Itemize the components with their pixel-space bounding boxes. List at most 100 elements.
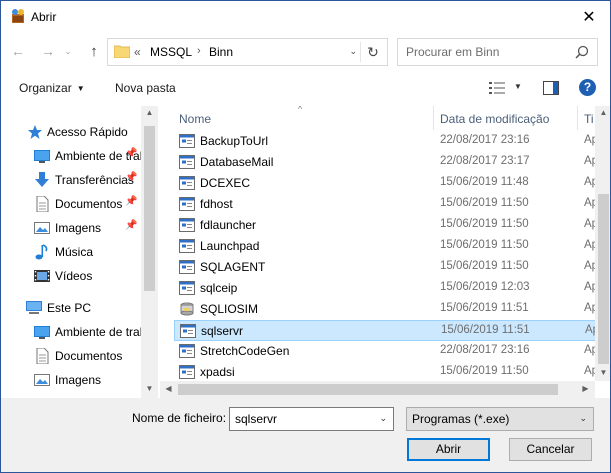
- file-row[interactable]: sqlservr 15/06/2019 11:51 Ap: [174, 320, 599, 341]
- exe-icon: [179, 281, 195, 295]
- scroll-right-icon[interactable]: ▶: [577, 384, 594, 393]
- chevron-down-icon[interactable]: ⌄: [349, 46, 357, 57]
- navigation-bar: ← → ⌄ ↑ « MSSQL › Binn ⌄ ↻: [1, 34, 610, 70]
- sidebar-item-label: Imagens: [55, 221, 102, 235]
- horizontal-scroll-thumb[interactable]: [178, 384, 558, 395]
- scroll-up-icon[interactable]: ▲: [141, 108, 158, 117]
- sidebar-item-documents-pc[interactable]: Documentos: [1, 344, 142, 368]
- title-bar: Abrir ✕: [1, 1, 610, 32]
- column-divider[interactable]: [433, 106, 434, 130]
- breadcrumb-binn[interactable]: Binn: [209, 45, 233, 59]
- file-name: SQLIOSIM: [200, 302, 259, 316]
- search-box[interactable]: [397, 38, 598, 66]
- window-title: Abrir: [31, 10, 57, 24]
- app-icon: [12, 9, 24, 23]
- new-folder-button[interactable]: Nova pasta: [115, 81, 176, 95]
- column-header-label: Ti: [584, 112, 594, 126]
- close-button[interactable]: ✕: [566, 1, 610, 32]
- exe-icon: [179, 197, 195, 211]
- file-row[interactable]: SQLIOSIM 15/06/2019 11:51 Ap: [174, 299, 598, 320]
- scroll-down-icon[interactable]: ▼: [141, 384, 158, 393]
- file-name: xpadsi: [200, 365, 235, 379]
- view-options-button[interactable]: ▼: [514, 82, 522, 91]
- file-modified: 15/06/2019 11:51: [441, 324, 530, 336]
- sidebar-item-documents[interactable]: Documentos 📌: [1, 192, 142, 216]
- scroll-left-icon[interactable]: ◀: [160, 384, 177, 393]
- scroll-up-icon[interactable]: ▲: [595, 108, 610, 117]
- open-button[interactable]: Abrir: [407, 438, 490, 461]
- recent-locations-button[interactable]: ⌄: [61, 40, 75, 62]
- pin-icon: 📌: [125, 220, 138, 231]
- file-type-select[interactable]: Programas (*.exe) ⌄: [406, 407, 594, 431]
- file-row[interactable]: SQLAGENT 15/06/2019 11:50 Ap: [174, 257, 598, 278]
- search-icon[interactable]: [575, 45, 589, 59]
- sidebar-scrollbar[interactable]: ▲ ▼: [141, 106, 158, 398]
- sidebar-item-label: Acesso Rápido: [47, 125, 128, 139]
- file-name: fdhost: [200, 197, 233, 211]
- column-header-modified[interactable]: Data de modificação: [440, 106, 575, 130]
- sidebar-scroll-thumb[interactable]: [144, 126, 155, 291]
- file-modified: 22/08/2017 23:16: [440, 134, 530, 146]
- horizontal-scrollbar[interactable]: ◀ ▶: [160, 381, 595, 398]
- sidebar-item-pictures[interactable]: Imagens 📌: [1, 216, 142, 240]
- file-name: StretchCodeGen: [200, 344, 290, 358]
- search-input[interactable]: [406, 45, 566, 59]
- file-modified: 15/06/2019 11:50: [440, 365, 529, 377]
- filename-combobox[interactable]: ⌄: [229, 407, 394, 431]
- file-row[interactable]: BackupToUrl 22/08/2017 23:16 Ap: [174, 131, 598, 152]
- address-bar[interactable]: « MSSQL › Binn ⌄ ↻: [107, 38, 388, 66]
- document-icon: [36, 196, 49, 212]
- file-list-scroll-thumb[interactable]: [598, 194, 609, 364]
- up-button[interactable]: ↑: [83, 40, 105, 62]
- sidebar-item-quick-access[interactable]: Acesso Rápido: [1, 120, 142, 144]
- sidebar-item-downloads[interactable]: Transferências 📌: [1, 168, 142, 192]
- path-overflow-button[interactable]: «: [134, 45, 141, 59]
- close-icon: ✕: [582, 8, 596, 26]
- file-name: sqlservr: [201, 324, 244, 338]
- help-button[interactable]: ?: [579, 79, 596, 96]
- sidebar-item-videos[interactable]: Vídeos: [1, 264, 142, 288]
- sidebar-item-pictures-pc[interactable]: Imagens: [1, 368, 142, 392]
- back-button[interactable]: ←: [7, 40, 29, 62]
- video-icon: [34, 270, 50, 282]
- file-row[interactable]: sqlceip 15/06/2019 12:03 Ap: [174, 278, 598, 299]
- sidebar-item-label: Documentos: [55, 349, 123, 363]
- column-header-label: Data de modificação: [440, 112, 550, 126]
- chevron-down-icon: ⌄: [64, 46, 72, 56]
- desktop-icon: [34, 150, 50, 163]
- sidebar-item-label: Transferências: [55, 173, 134, 187]
- preview-pane-icon[interactable]: [543, 81, 559, 95]
- file-row[interactable]: xpadsi 15/06/2019 11:50 Ap: [174, 362, 598, 383]
- column-header-name[interactable]: Nome: [179, 106, 431, 130]
- file-list-scrollbar[interactable]: ▲ ▼: [595, 106, 610, 381]
- view-details-icon[interactable]: [489, 81, 505, 95]
- download-icon: [35, 172, 49, 187]
- column-divider[interactable]: [577, 106, 578, 130]
- organize-button[interactable]: Organizar ▼: [19, 81, 85, 95]
- file-row[interactable]: StretchCodeGen 22/08/2017 23:16 Ap: [174, 341, 598, 362]
- sidebar-item-label: Este PC: [47, 301, 92, 315]
- file-row[interactable]: fdhost 15/06/2019 11:50 Ap: [174, 194, 598, 215]
- chevron-down-icon[interactable]: ⌄: [379, 413, 387, 424]
- sidebar-item-desktop[interactable]: Ambiente de trabalho 📌: [1, 144, 142, 168]
- refresh-icon[interactable]: ↻: [363, 42, 383, 62]
- file-row[interactable]: Launchpad 15/06/2019 11:50 Ap: [174, 236, 598, 257]
- exe-icon: [179, 218, 195, 232]
- file-modified: 15/06/2019 11:48: [440, 176, 529, 188]
- chevron-right-icon[interactable]: ›: [197, 45, 201, 57]
- file-name: Launchpad: [200, 239, 260, 253]
- breadcrumb-mssql[interactable]: MSSQL: [150, 45, 192, 59]
- exe-icon: [179, 260, 195, 274]
- file-row[interactable]: fdlauncher 15/06/2019 11:50 Ap: [174, 215, 598, 236]
- cancel-button[interactable]: Cancelar: [509, 438, 592, 461]
- file-modified: 15/06/2019 12:03: [440, 281, 530, 293]
- file-row[interactable]: DatabaseMail 22/08/2017 23:17 Ap: [174, 152, 598, 173]
- scroll-down-icon[interactable]: ▼: [595, 368, 610, 377]
- sidebar-item-this-pc[interactable]: Este PC: [1, 296, 142, 320]
- sqliosim-icon: [180, 302, 194, 316]
- forward-button[interactable]: →: [37, 40, 59, 62]
- filename-input[interactable]: [235, 412, 365, 426]
- sidebar-item-music[interactable]: Música: [1, 240, 142, 264]
- sidebar-item-desktop-pc[interactable]: Ambiente de trabalho: [1, 320, 142, 344]
- file-row[interactable]: DCEXEC 15/06/2019 11:48 Ap: [174, 173, 598, 194]
